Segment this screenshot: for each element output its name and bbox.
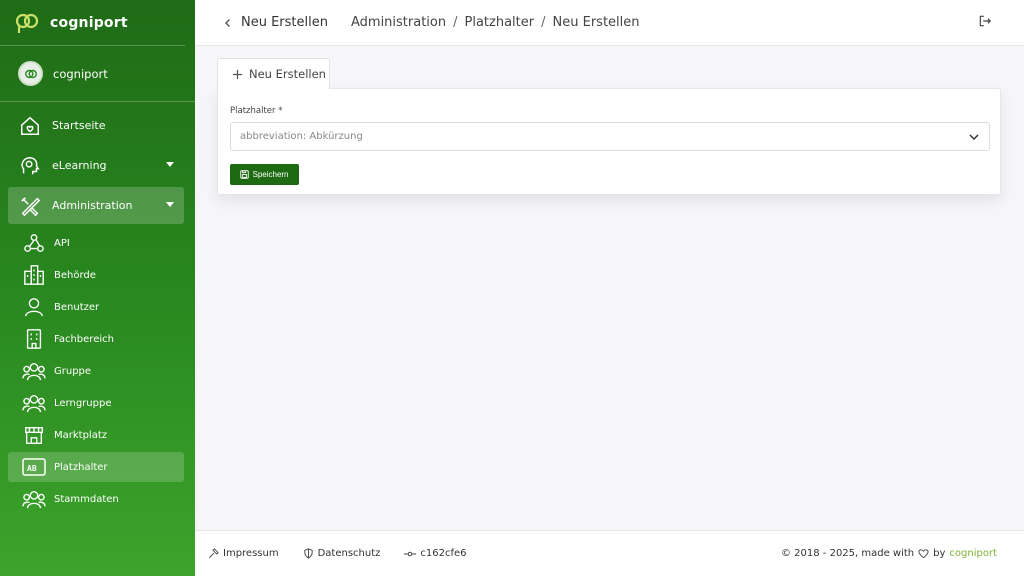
sidebar-item-label: Marktplatz [54, 429, 108, 441]
commit-label: c162cfe6 [420, 548, 467, 559]
breadcrumb-platzhalter[interactable]: Platzhalter [465, 15, 535, 30]
sidebar-subitem-lerngruppe[interactable]: Lerngruppe [8, 388, 184, 418]
buildings-icon [22, 263, 46, 287]
select-value: abbreviation: Abkürzung [240, 131, 363, 142]
brand[interactable]: cogniport [0, 0, 185, 46]
users-group-icon [22, 391, 46, 415]
git-commit-icon [404, 551, 417, 556]
cogniport-logo-icon [15, 13, 39, 33]
sidebar-item-label: Gruppe [54, 365, 92, 377]
heart-icon [918, 549, 929, 559]
sidebar-subitem-marktplatz[interactable]: Marktplatz [8, 420, 184, 450]
form-card: Platzhalter * abbreviation: Abkürzung Sp… [217, 88, 1001, 195]
sidebar-item-elearning[interactable]: eLearning [8, 147, 184, 184]
save-icon [240, 170, 250, 179]
save-button-label: Speichern [252, 170, 289, 179]
impressum-label: Impressum [223, 548, 279, 559]
store-icon [22, 423, 46, 447]
sidebar: cogniport cogniport Startseite eLearning… [0, 0, 195, 576]
chevron-down-icon [166, 202, 174, 207]
plus-icon [232, 69, 243, 79]
avatar [18, 61, 43, 86]
breadcrumb-separator: / [541, 15, 546, 30]
sidebar-item-label: Behörde [54, 269, 96, 281]
brain-icon [18, 154, 42, 178]
logout-icon[interactable] [978, 14, 996, 32]
webhook-icon [22, 231, 46, 255]
sidebar-subitem-stammdaten[interactable]: Stammdaten [8, 484, 184, 514]
users-group-icon [22, 359, 46, 383]
sidebar-item-label: Stammdaten [54, 493, 119, 505]
sidebar-item-label: API [54, 237, 70, 249]
datenschutz-link[interactable]: Datenschutz [303, 548, 381, 559]
footer: Impressum Datenschutz c162cfe6 © 2018 - … [195, 530, 1024, 576]
commit-hash: c162cfe6 [404, 548, 467, 559]
sidebar-item-administration[interactable]: Administration [8, 187, 184, 224]
breadcrumb-administration[interactable]: Administration [351, 15, 446, 30]
tab-neu-erstellen[interactable]: Neu Erstellen [217, 58, 330, 89]
copyright-text: © 2018 - 2025, made with [780, 548, 915, 559]
breadcrumb-current: Neu Erstellen [552, 15, 640, 30]
datenschutz-label: Datenschutz [317, 548, 381, 559]
sidebar-item-label: eLearning [52, 159, 107, 172]
breadcrumb: Administration / Platzhalter / Neu Erste… [351, 15, 640, 30]
sidebar-subitem-gruppe[interactable]: Gruppe [8, 356, 184, 386]
sidebar-item-label: Lerngruppe [54, 397, 112, 409]
sidebar-subitem-platzhalter[interactable]: AB Platzhalter [8, 452, 184, 482]
svg-text:AB: AB [27, 464, 37, 473]
copyright: © 2018 - 2025, made with by cogniport [781, 548, 997, 559]
home-icon [18, 114, 42, 138]
page-title: Neu Erstellen [241, 15, 328, 30]
user-icon [22, 295, 46, 319]
building-icon [22, 327, 46, 351]
sidebar-item-startseite[interactable]: Startseite [8, 107, 184, 144]
sidebar-subitem-fachbereich[interactable]: Fachbereich [8, 324, 184, 354]
sidebar-subitem-benutzer[interactable]: Benutzer [8, 292, 184, 322]
tools-icon [18, 194, 42, 218]
sidebar-item-label: Platzhalter [54, 461, 108, 473]
shield-icon [303, 548, 313, 559]
topbar: Neu Erstellen Administration / Platzhalt… [195, 0, 1024, 46]
sidebar-item-label: Startseite [52, 119, 106, 132]
sidebar-subitem-behoerde[interactable]: Behörde [8, 260, 184, 290]
chevron-down-icon [166, 162, 174, 167]
sidebar-item-label: Benutzer [54, 301, 100, 313]
users-group-icon [22, 487, 46, 511]
footer-brand-link[interactable]: cogniport [949, 548, 997, 559]
user-name: cogniport [53, 66, 108, 81]
sidebar-nav: Startseite eLearning Administration API [0, 102, 195, 514]
platzhalter-select[interactable]: abbreviation: Abkürzung [230, 122, 990, 151]
impressum-link[interactable]: Impressum [208, 548, 279, 559]
sidebar-item-label: Fachbereich [54, 333, 114, 345]
chevron-down-icon [969, 134, 979, 141]
sidebar-subitem-api[interactable]: API [8, 228, 184, 258]
breadcrumb-separator: / [453, 15, 458, 30]
save-button[interactable]: Speichern [230, 164, 299, 185]
ab-icon: AB [22, 455, 46, 479]
platzhalter-label: Platzhalter * [230, 106, 283, 116]
brand-name: cogniport [50, 14, 128, 31]
back-arrow-icon[interactable] [219, 14, 237, 32]
by-text: by [933, 548, 946, 559]
tab-label: Neu Erstellen [249, 67, 326, 81]
sidebar-item-label: Administration [52, 199, 133, 212]
hammer-icon [209, 548, 219, 558]
user-profile[interactable]: cogniport [0, 46, 195, 102]
